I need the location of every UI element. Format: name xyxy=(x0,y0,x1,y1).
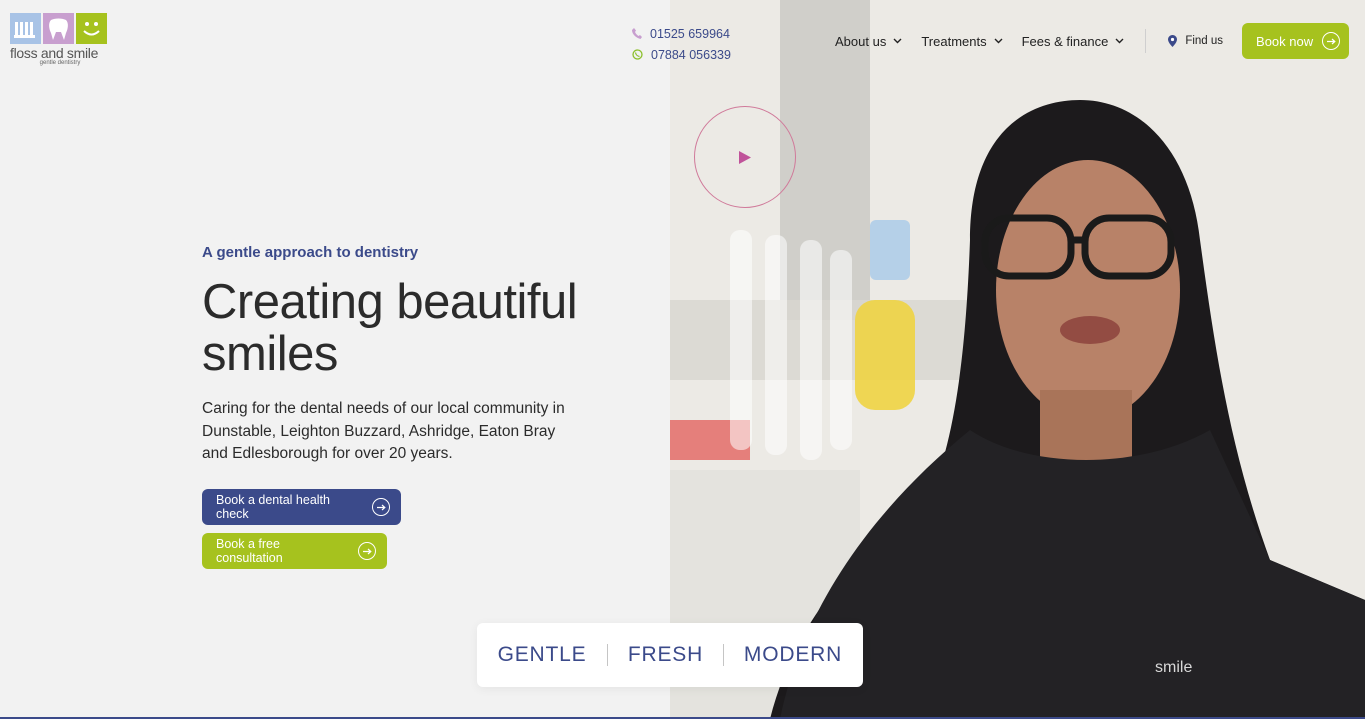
map-pin-icon xyxy=(1168,35,1178,47)
book-now-label: Book now xyxy=(1256,33,1314,49)
book-health-check-label: Book a dental health check xyxy=(216,493,330,521)
background-yellow-object xyxy=(855,300,915,410)
value-modern: MODERN xyxy=(743,643,843,666)
book-now-button[interactable]: Book now xyxy=(1242,23,1350,59)
nav-treatments-label: Treatments xyxy=(921,33,987,49)
phone-icon xyxy=(632,28,642,39)
arrow-right-icon xyxy=(1322,32,1341,50)
site-logo[interactable]: floss and smile gentle dentistry xyxy=(10,13,110,71)
person-face xyxy=(996,160,1180,420)
video-play-button[interactable] xyxy=(694,106,796,208)
nav-treatments[interactable]: Treatments xyxy=(921,33,1003,49)
chevron-down-icon xyxy=(893,38,902,44)
whatsapp-number: 07884 056339 xyxy=(651,47,731,62)
nav-divider xyxy=(1145,29,1147,53)
phone-number: 01525 659964 xyxy=(650,26,730,41)
hero-eyebrow: A gentle approach to dentistry xyxy=(202,244,419,261)
whatsapp-link[interactable]: 07884 056339 xyxy=(632,44,731,65)
nav-about-us-label: About us xyxy=(835,33,887,49)
chevron-down-icon xyxy=(994,38,1003,44)
logo-wordmark: floss and smile xyxy=(10,45,99,61)
video-frame-illustration: smile xyxy=(670,0,1365,719)
arrow-right-icon xyxy=(358,542,376,560)
hero-headline: Creating beautiful smiles xyxy=(202,275,578,381)
book-consultation-label: Book a free consultation xyxy=(216,537,283,565)
main-nav: About us Treatments Fees & finance Find … xyxy=(835,23,1350,59)
value-gentle: GENTLE xyxy=(497,643,587,666)
phone-link[interactable]: 01525 659964 xyxy=(632,23,731,44)
value-fresh: FRESH xyxy=(627,643,704,666)
book-health-check-button[interactable]: Book a dental health check xyxy=(202,489,401,525)
chevron-down-icon xyxy=(1115,38,1124,44)
contact-numbers: 01525 659964 07884 056339 xyxy=(632,23,731,65)
values-bar: GENTLE FRESH MODERN xyxy=(477,623,863,687)
find-us-link[interactable]: Find us xyxy=(1168,35,1223,47)
find-us-label: Find us xyxy=(1185,35,1224,47)
nav-fees-finance-label: Fees & finance xyxy=(1021,33,1109,49)
smiley-icon xyxy=(76,13,107,44)
svg-text:smile: smile xyxy=(1155,659,1192,676)
arrow-right-icon xyxy=(372,498,390,516)
tooth-icon xyxy=(43,13,74,44)
nav-fees-finance[interactable]: Fees & finance xyxy=(1022,34,1125,49)
logo-mark xyxy=(10,13,110,44)
toothbrush-icon xyxy=(10,13,41,44)
hero-description: Caring for the dental needs of our local… xyxy=(202,400,565,462)
nav-about-us[interactable]: About us xyxy=(835,34,902,49)
book-consultation-button[interactable]: Book a free consultation xyxy=(202,533,387,569)
whatsapp-icon xyxy=(632,49,643,60)
play-icon xyxy=(739,150,751,164)
hero-video[interactable]: smile xyxy=(670,0,1365,719)
